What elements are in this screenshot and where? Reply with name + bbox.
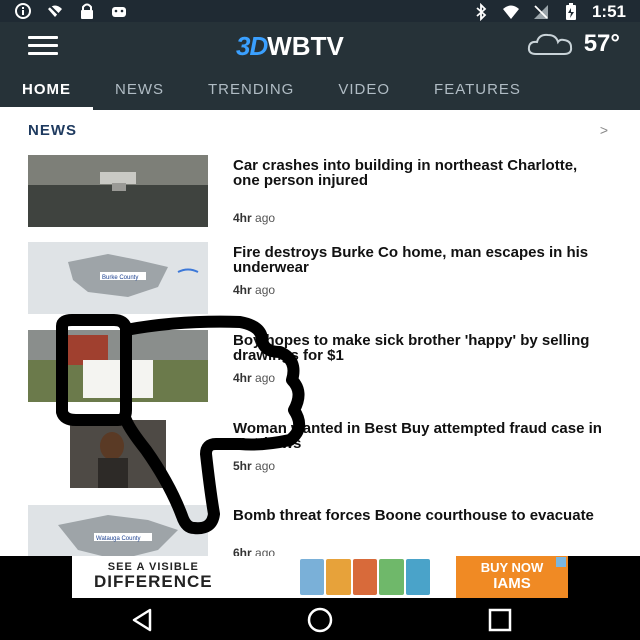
info-icon — [15, 3, 31, 19]
wifi-icon — [502, 5, 519, 19]
battery-icon — [565, 3, 576, 20]
ad-banner[interactable]: SEE A VISIBLE DIFFERENCE BUY NOW IAMS — [72, 556, 568, 598]
story-age: 4hr ago — [233, 371, 276, 385]
lock-icon — [81, 3, 93, 19]
story-item[interactable]: Boy hopes to make sick brother 'happy' b… — [28, 330, 608, 406]
cloud-icon — [527, 33, 572, 55]
no-signal-icon — [533, 5, 548, 19]
svg-text:Watauga County: Watauga County — [96, 536, 140, 542]
story-headline: Car crashes into building in northeast C… — [233, 157, 578, 189]
tab-bar: HOME NEWS TRENDING VIDEO FEATURES — [0, 70, 640, 110]
no-wifi-icon — [47, 3, 63, 19]
ad-tagline: SEE A VISIBLE DIFFERENCE — [94, 561, 213, 591]
story-headline: Boy hopes to make sick brother 'happy' b… — [233, 332, 590, 364]
tab-home[interactable]: HOME — [0, 70, 93, 110]
story-item[interactable]: Car crashes into building in northeast C… — [28, 155, 608, 231]
section-more-chevron[interactable]: > — [600, 122, 608, 138]
story-thumbnail: Watauga County — [28, 505, 208, 556]
adchoices-icon[interactable] — [556, 557, 566, 567]
story-headline: Bomb threat forces Boone courthouse to e… — [233, 507, 594, 524]
logo-mark: 3D — [236, 30, 268, 61]
section-header: NEWS > — [28, 122, 608, 142]
news-feed: NEWS > Car crashes into building in nort… — [0, 110, 640, 556]
story-thumbnail — [28, 330, 208, 402]
story-age: 4hr ago — [233, 211, 276, 225]
story-age: 5hr ago — [233, 459, 276, 473]
story-item[interactable]: Woman wanted in Best Buy attempted fraud… — [28, 418, 608, 494]
story-age: 6hr ago — [233, 546, 276, 556]
ad-buy-now: BUY NOW — [480, 560, 544, 575]
story-item[interactable]: Burke County Fire destroys Burke Co home… — [28, 242, 608, 318]
ad-bar: SEE A VISIBLE DIFFERENCE BUY NOW IAMS — [0, 556, 640, 598]
story-headline: Woman wanted in Best Buy attempted fraud… — [233, 420, 602, 452]
story-age: 4hr ago — [233, 283, 276, 297]
status-bar: 1:51 — [0, 0, 640, 22]
home-icon[interactable] — [306, 606, 334, 634]
section-title: NEWS — [28, 122, 77, 139]
story-headline: Fire destroys Burke Co home, man escapes… — [233, 244, 589, 276]
ad-products-image — [300, 559, 431, 595]
bluetooth-icon — [476, 3, 487, 21]
story-thumbnail: Burke County — [28, 242, 208, 314]
clock: 1:51 — [591, 2, 626, 21]
system-nav-bar — [0, 598, 640, 640]
ad-cta[interactable]: BUY NOW IAMS — [456, 556, 568, 598]
svg-text:Burke County: Burke County — [102, 275, 138, 281]
logo-text: WBTV — [267, 30, 344, 61]
app-header: 3D WBTV 57° — [0, 22, 640, 70]
weather-widget[interactable]: 57° — [526, 30, 620, 58]
tab-features[interactable]: FEATURES — [412, 70, 543, 110]
tab-news[interactable]: NEWS — [93, 70, 186, 110]
recents-icon[interactable] — [486, 606, 514, 634]
back-icon[interactable] — [128, 606, 156, 634]
wbtv-logo[interactable]: 3D WBTV — [236, 30, 344, 61]
ad-brand: IAMS — [493, 575, 531, 592]
story-thumbnail — [28, 418, 208, 490]
tab-trending[interactable]: TRENDING — [186, 70, 316, 110]
ad-line2: DIFFERENCE — [94, 572, 213, 591]
story-thumbnail — [28, 155, 208, 227]
menu-icon[interactable] — [28, 36, 58, 56]
temperature: 57° — [583, 30, 620, 57]
tab-video[interactable]: VIDEO — [316, 70, 412, 110]
story-item[interactable]: Watauga County Bomb threat forces Boone … — [28, 505, 608, 556]
android-icon — [112, 7, 126, 17]
